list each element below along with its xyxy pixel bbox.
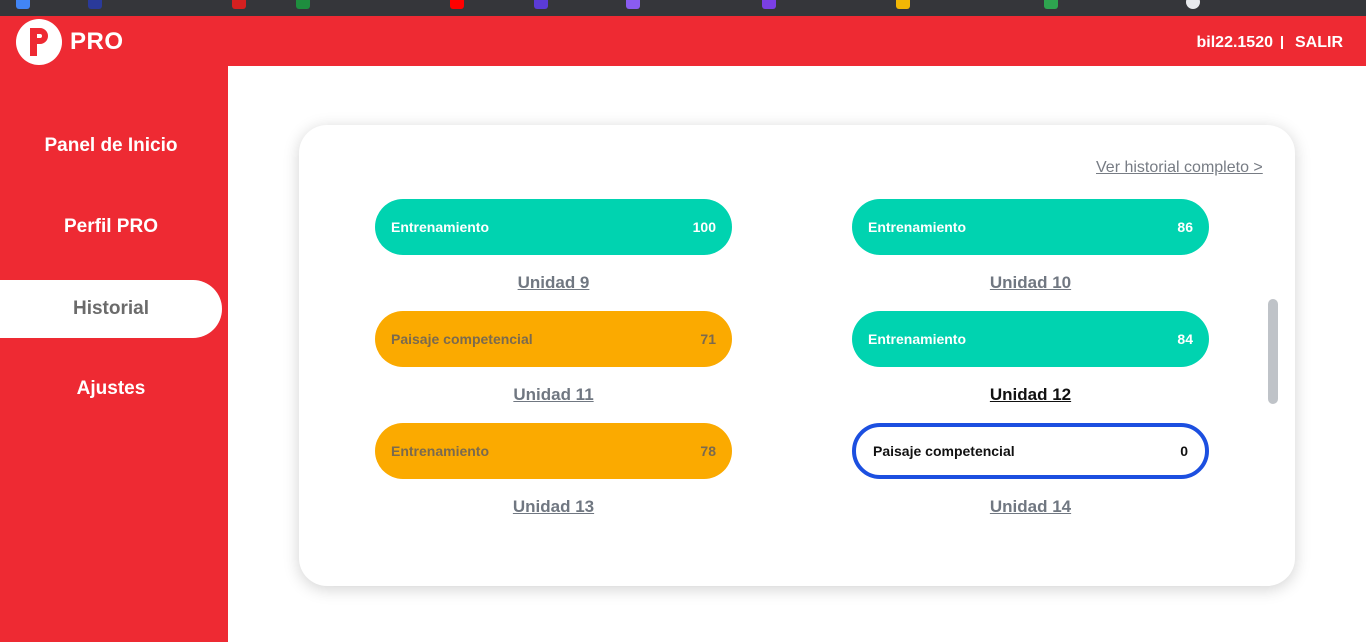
unit-link[interactable]: Unidad 14	[852, 497, 1209, 517]
activity-name: Paisaje competencial	[391, 331, 533, 347]
unit-link[interactable]: Unidad 12	[852, 385, 1209, 405]
activity-name: Entrenamiento	[391, 219, 490, 235]
sidebar-item-perfil-pro[interactable]: Perfil PRO	[0, 198, 222, 256]
activity-name: Entrenamiento	[391, 443, 490, 459]
activity-score: 100	[692, 219, 716, 235]
sidebar-item-ajustes[interactable]: Ajustes	[0, 360, 222, 418]
bookmark-yellow[interactable]	[896, 0, 910, 12]
gmail-icon	[16, 0, 30, 9]
bookmark-icon	[1186, 0, 1200, 9]
bookmarks-bar	[0, 0, 1366, 16]
bookmark-icon	[1044, 0, 1058, 9]
bookmark-gmail[interactable]	[16, 0, 30, 12]
classroom-icon	[296, 0, 310, 9]
username: bil22.1520	[1196, 34, 1274, 51]
sidebar-item-historial[interactable]: Historial	[0, 280, 222, 338]
bookmark-signin[interactable]	[762, 0, 776, 12]
activity-pill[interactable]: Paisaje competencial 71	[375, 311, 732, 367]
full-history-link[interactable]: Ver historial completo >	[1096, 159, 1263, 177]
bookmark-icon	[232, 0, 246, 9]
bookmark-disney[interactable]	[88, 0, 102, 12]
activity-pill[interactable]: Entrenamiento 100	[375, 199, 732, 255]
unit-link[interactable]: Unidad 11	[375, 385, 732, 405]
unit-link[interactable]: Unidad 13	[375, 497, 732, 517]
bookmark-green[interactable]	[1044, 0, 1058, 12]
disney-icon	[88, 0, 102, 9]
bookmark-violet[interactable]	[626, 0, 640, 12]
activity-pill[interactable]: Paisaje competencial 0	[852, 423, 1209, 479]
scrollbar-thumb[interactable]	[1268, 299, 1278, 404]
sidebar: Panel de Inicio Perfil PRO Historial Aju…	[0, 66, 228, 642]
bookmark-red[interactable]	[232, 0, 246, 12]
bookmark-icon	[896, 0, 910, 9]
bookmark-icon	[762, 0, 776, 9]
bookmark-icon	[626, 0, 640, 9]
bookmark-icon	[534, 0, 548, 9]
p-letter-icon	[30, 28, 48, 56]
activity-score: 84	[1177, 331, 1193, 347]
unit-link[interactable]: Unidad 9	[375, 273, 732, 293]
activity-score: 86	[1177, 219, 1193, 235]
bookmark-youtube[interactable]	[450, 0, 464, 12]
activity-pill[interactable]: Entrenamiento 84	[852, 311, 1209, 367]
activity-score: 0	[1180, 443, 1188, 459]
activity-name: Entrenamiento	[868, 219, 967, 235]
pro-logo-icon[interactable]	[16, 19, 62, 65]
activity-pill[interactable]: Entrenamiento 78	[375, 423, 732, 479]
youtube-icon	[450, 0, 464, 9]
activity-name: Paisaje competencial	[873, 443, 1015, 459]
bookmark-classroom[interactable]	[296, 0, 310, 12]
bookmark-circle[interactable]	[1186, 0, 1200, 12]
bookmark-purple[interactable]	[534, 0, 548, 12]
activity-pill[interactable]: Entrenamiento 86	[852, 199, 1209, 255]
activity-score: 71	[700, 331, 716, 347]
unit-link[interactable]: Unidad 10	[852, 273, 1209, 293]
top-header: PRO bil22.1520 SALIR	[0, 16, 1366, 66]
sidebar-item-panel-de-inicio[interactable]: Panel de Inicio	[0, 117, 222, 175]
brand-name: PRO	[70, 28, 124, 55]
header-divider	[1281, 36, 1283, 49]
logout-button[interactable]: SALIR	[1295, 34, 1343, 52]
activity-score: 78	[700, 443, 716, 459]
activity-name: Entrenamiento	[868, 331, 967, 347]
